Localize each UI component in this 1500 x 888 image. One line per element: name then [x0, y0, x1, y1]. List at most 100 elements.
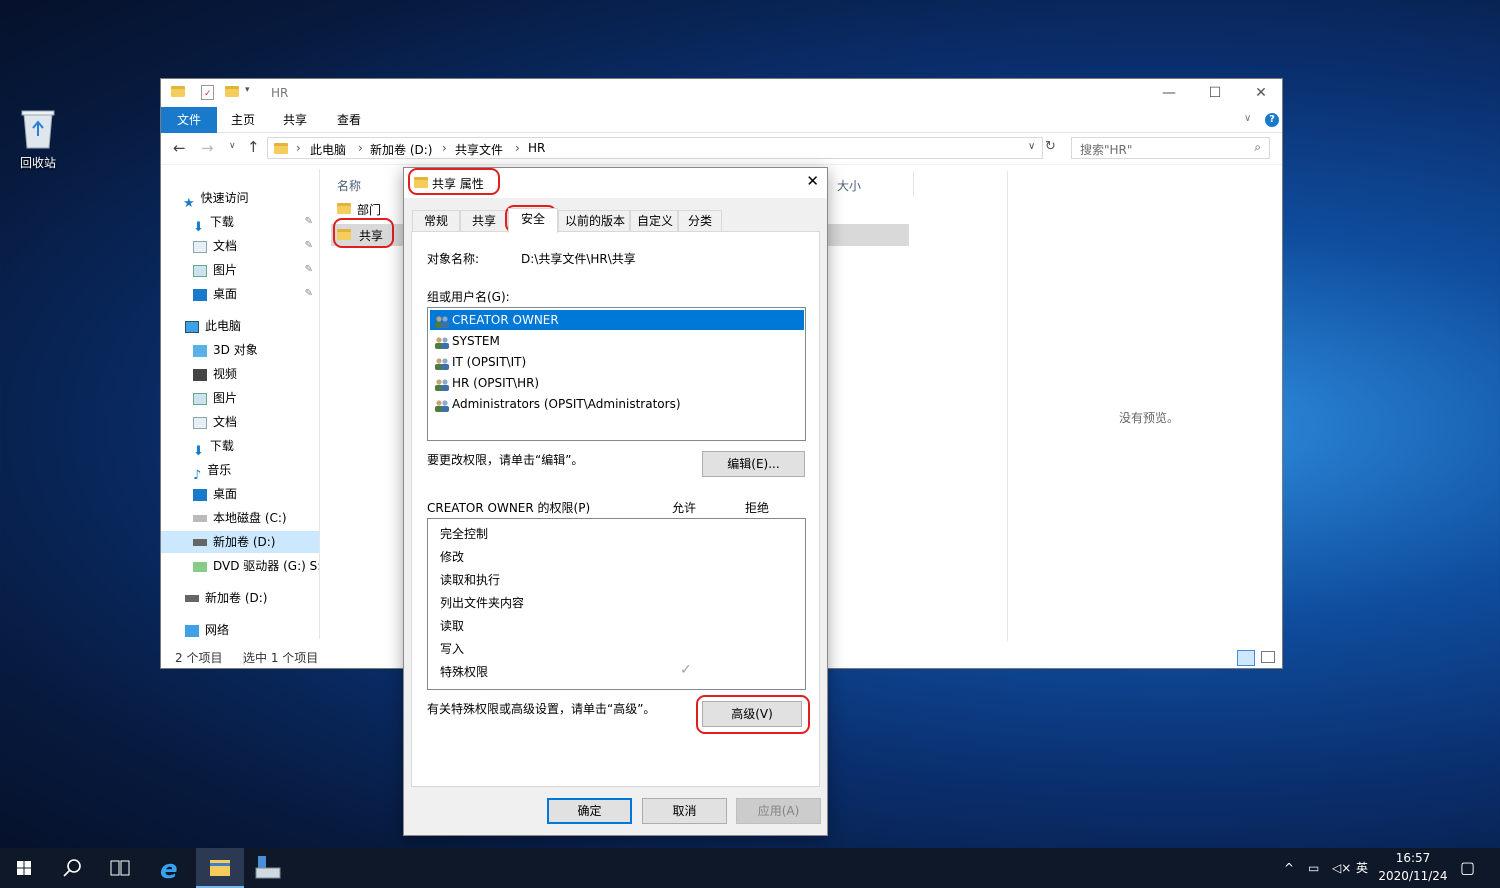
taskbar: e ^ ▭ ◁× 英 16:57 2020/11/24 ▢: [0, 848, 1500, 888]
tab-general[interactable]: 常规: [412, 210, 460, 232]
up-arrow-icon[interactable]: ↑: [247, 138, 260, 156]
nav-new-volume-d[interactable]: 新加卷 (D:): [161, 531, 319, 553]
recent-chevron-icon[interactable]: ∨: [229, 141, 236, 151]
breadcrumb-hr[interactable]: HR: [528, 141, 545, 155]
ribbon-tab-home[interactable]: 主页: [223, 107, 263, 133]
show-hidden-icons-icon[interactable]: ^: [1284, 848, 1294, 888]
nav-quick-access[interactable]: ★ 快速访问: [161, 187, 319, 209]
permission-special: 特殊权限: [440, 665, 489, 679]
edit-button[interactable]: 编辑(E)...: [702, 451, 805, 477]
recycle-bin-desktop-icon[interactable]: 回收站: [10, 108, 66, 171]
user-item-it[interactable]: IT (OPSIT\IT): [430, 352, 804, 372]
clock-time[interactable]: 16:57: [1378, 851, 1448, 865]
nav-this-pc[interactable]: 此电脑: [161, 315, 319, 337]
address-dropdown-icon[interactable]: ∨: [1028, 141, 1035, 152]
user-item-hr[interactable]: HR (OPSIT\HR): [430, 373, 804, 393]
refresh-icon[interactable]: ↻: [1045, 139, 1056, 154]
permissions-list[interactable]: 完全控制 修改 读取和执行 列出文件夹内容 读取 写入 特殊权限 ✓: [427, 518, 806, 690]
notification-center-icon[interactable]: ▢: [1460, 848, 1475, 888]
nav-pictures[interactable]: 图片 ✎: [161, 259, 319, 281]
pin-icon[interactable]: ✎: [305, 235, 313, 257]
nav-network[interactable]: 网络: [161, 619, 319, 641]
pin-icon[interactable]: ✎: [305, 259, 313, 281]
dialog-close-button[interactable]: ✕: [806, 172, 819, 190]
nav-videos[interactable]: 视频: [161, 363, 319, 385]
clock-date[interactable]: 2020/11/24: [1372, 869, 1454, 883]
properties-dialog: 共享 属性 ✕ 常规 共享 安全 以前的版本 自定义 分类 对象名称: D:\共…: [403, 167, 828, 836]
ok-button[interactable]: 确定: [547, 798, 632, 824]
properties-quick-icon[interactable]: ✓: [201, 85, 214, 100]
preview-text: 没有预览。: [1119, 411, 1180, 425]
users-icon: [434, 356, 450, 370]
svg-text:e: e: [160, 855, 178, 885]
address-bar[interactable]: › 此电脑 › 新加卷 (D:) › 共享文件 › HR ∨: [267, 137, 1043, 159]
close-button[interactable]: ✕: [1238, 79, 1284, 107]
internet-explorer-icon[interactable]: e: [148, 848, 196, 888]
user-list[interactable]: CREATOR OWNER SYSTEM IT (OPSIT\IT) HR (O…: [427, 307, 806, 441]
nav-music[interactable]: ♪ 音乐: [161, 459, 319, 481]
status-selected-count: 选中 1 个项目: [243, 651, 319, 665]
back-arrow-icon[interactable]: ←: [173, 139, 186, 157]
nav-documents[interactable]: 文档 ✎: [161, 235, 319, 257]
server-manager-icon[interactable]: [244, 848, 292, 888]
ribbon-tab-view[interactable]: 查看: [329, 107, 369, 133]
deny-column-label: 拒绝: [745, 501, 770, 515]
ribbon-tab-share[interactable]: 共享: [275, 107, 315, 133]
column-header-name[interactable]: 名称: [337, 177, 361, 194]
details-view-icon[interactable]: [1237, 650, 1255, 666]
column-header-size[interactable]: 大小: [837, 177, 861, 194]
task-view-icon[interactable]: [96, 848, 144, 888]
nav-pc-pictures[interactable]: 图片: [161, 387, 319, 409]
nav-3d-objects[interactable]: 3D 对象: [161, 339, 319, 361]
tab-classification[interactable]: 分类: [678, 210, 722, 232]
nav-downloads[interactable]: ⬇ 下载 ✎: [161, 211, 319, 233]
breadcrumb-this-pc[interactable]: 此电脑: [310, 141, 346, 158]
tab-previous-versions[interactable]: 以前的版本: [558, 210, 630, 232]
maximize-button[interactable]: ☐: [1192, 79, 1238, 107]
file-explorer-taskbar-icon[interactable]: [196, 848, 244, 888]
picture-icon: [193, 264, 207, 277]
pin-icon[interactable]: ✎: [305, 211, 313, 233]
user-item-administrators[interactable]: Administrators (OPSIT\Administrators): [430, 394, 804, 414]
nav-desktop[interactable]: 桌面 ✎: [161, 283, 319, 305]
breadcrumb-drive-d[interactable]: 新加卷 (D:): [370, 141, 432, 158]
ribbon-tab-file[interactable]: 文件: [161, 107, 217, 133]
nav-pc-desktop[interactable]: 桌面: [161, 483, 319, 505]
nav-pc-downloads[interactable]: ⬇ 下载: [161, 435, 319, 457]
nav-drive-d[interactable]: 新加卷 (D:): [161, 587, 319, 609]
allow-column-label: 允许: [672, 501, 697, 515]
pin-icon[interactable]: ✎: [305, 283, 313, 305]
tab-sharing[interactable]: 共享: [460, 210, 508, 232]
ribbon-expand-icon[interactable]: ∨: [1244, 113, 1251, 124]
minimize-button[interactable]: —: [1146, 79, 1192, 107]
user-item-system[interactable]: SYSTEM: [430, 331, 804, 351]
permission-read-execute: 读取和执行: [440, 573, 501, 587]
user-item-creator-owner[interactable]: CREATOR OWNER: [430, 310, 804, 330]
large-icons-view-icon[interactable]: [1261, 651, 1275, 663]
tab-security[interactable]: 安全: [508, 208, 558, 233]
network-icon: [185, 624, 199, 637]
picture-icon: [193, 392, 207, 405]
input-language[interactable]: 英: [1356, 848, 1368, 888]
nav-local-disk-c[interactable]: 本地磁盘 (C:): [161, 507, 319, 529]
volume-muted-icon[interactable]: ◁×: [1332, 848, 1351, 888]
help-icon[interactable]: ?: [1265, 113, 1279, 127]
drive-icon: [193, 515, 207, 522]
explorer-titlebar: ✓ ▾ HR — ☐ ✕: [161, 79, 1282, 107]
tab-customize[interactable]: 自定义: [630, 210, 678, 232]
cancel-button[interactable]: 取消: [642, 798, 727, 824]
start-button[interactable]: [0, 848, 48, 888]
nav-dvd-drive[interactable]: DVD 驱动器 (G:) S:: [161, 555, 319, 577]
search-taskbar-icon[interactable]: [48, 848, 96, 888]
highlight-advanced-button: [696, 695, 810, 734]
breadcrumb-shared[interactable]: 共享文件: [455, 141, 503, 158]
forward-arrow-icon[interactable]: →: [201, 139, 214, 157]
users-icon: [434, 398, 450, 412]
search-input[interactable]: 搜索"HR" ⌕: [1071, 137, 1270, 159]
new-folder-quick-icon[interactable]: [225, 86, 239, 97]
navigation-pane: ★ 快速访问 ⬇ 下载 ✎ 文档 ✎ 图片 ✎ 桌面 ✎ 此电脑 3D 对象 视频 图片 文…: [161, 165, 319, 645]
chevron-down-icon[interactable]: ▾: [245, 85, 250, 99]
nav-pc-documents[interactable]: 文档: [161, 411, 319, 433]
network-tray-icon[interactable]: ▭: [1308, 848, 1319, 888]
folder-icon: [337, 203, 351, 214]
